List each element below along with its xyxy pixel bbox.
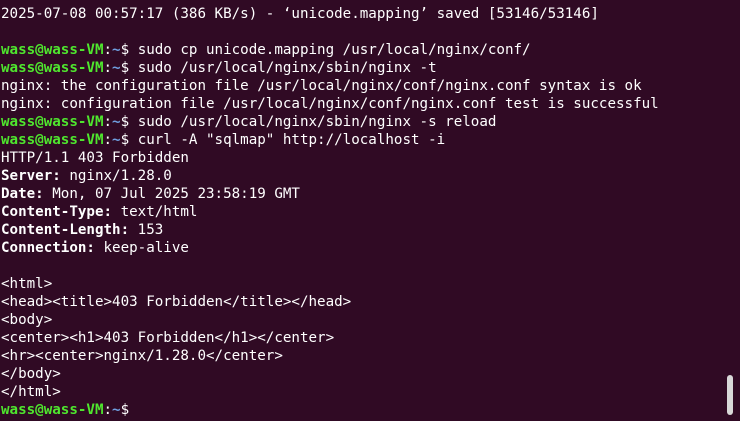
command-line: wass@wass-VM:~$ sudo /usr/local/nginx/sb… — [1, 113, 740, 131]
prompt-user-host: wass@wass-VM — [1, 132, 104, 148]
active-prompt-line[interactable]: wass@wass-VM:~$ — [1, 401, 740, 419]
prompt-path: ~ — [112, 402, 121, 418]
prompt-symbol: $ — [120, 132, 138, 148]
scrollbar[interactable] — [727, 0, 733, 421]
prompt-path: ~ — [112, 114, 121, 130]
header-colon: : — [120, 222, 130, 238]
command-text: sudo cp unicode.mapping /usr/local/nginx… — [137, 42, 531, 58]
http-header-line: Date: Mon, 07 Jul 2025 23:58:19 GMT — [1, 185, 740, 203]
html-body-line: <head><title>403 Forbidden</title></head… — [1, 294, 352, 310]
prompt-user-host: wass@wass-VM — [1, 42, 104, 58]
header-value: Mon, 07 Jul 2025 23:58:19 GMT — [43, 186, 300, 202]
prompt-symbol: $ — [120, 60, 138, 76]
html-body-line: <html> — [1, 276, 53, 292]
command-text: sudo /usr/local/nginx/sbin/nginx -s relo… — [137, 114, 497, 130]
prompt-separator: : — [103, 42, 113, 58]
prompt-user-host: wass@wass-VM — [1, 402, 104, 418]
header-key: Date — [1, 186, 36, 202]
terminal-window[interactable]: 2025-07-08 00:57:17 (386 KB/s) - ‘unicod… — [0, 0, 740, 421]
html-body-line: <center><h1>403 Forbidden</h1></center> — [1, 330, 335, 346]
command-line: wass@wass-VM:~$ sudo /usr/local/nginx/sb… — [1, 59, 740, 77]
http-header-line: Content-Length: 153 — [1, 221, 740, 239]
prompt-path: ~ — [112, 60, 121, 76]
text-cursor — [138, 401, 146, 417]
command-text: curl -A "sqlmap" http://localhost -i — [137, 132, 446, 148]
command-line: wass@wass-VM:~$ curl -A "sqlmap" http://… — [1, 131, 740, 149]
header-colon: : — [103, 204, 113, 220]
command-text: sudo /usr/local/nginx/sbin/nginx -t — [137, 60, 437, 76]
html-body-line: <body> — [1, 312, 53, 328]
http-status-line: HTTP/1.1 403 Forbidden — [1, 150, 189, 166]
http-header-line: Content-Type: text/html — [1, 203, 740, 221]
header-value: keep-alive — [94, 240, 189, 256]
scrollbar-thumb[interactable] — [727, 375, 733, 415]
html-body-line: <hr><center>nginx/1.28.0</center> — [1, 348, 283, 364]
html-body-line: </html> — [1, 384, 61, 400]
prompt-user-host: wass@wass-VM — [1, 114, 104, 130]
header-colon: : — [86, 240, 95, 256]
prompt-separator: : — [103, 132, 113, 148]
prompt-symbol: $ — [120, 402, 138, 418]
prompt-symbol: $ — [120, 114, 138, 130]
output-line: nginx: configuration file /usr/local/ngi… — [1, 96, 659, 112]
prompt-path: ~ — [112, 132, 121, 148]
output-line: nginx: the configuration file /usr/local… — [1, 78, 642, 94]
prompt-separator: : — [103, 60, 113, 76]
header-value: 153 — [129, 222, 164, 238]
header-colon: : — [35, 186, 44, 202]
header-colon: : — [52, 168, 61, 184]
prompt-path: ~ — [112, 42, 121, 58]
http-header-line: Server: nginx/1.28.0 — [1, 167, 740, 185]
download-status-line: 2025-07-08 00:57:17 (386 KB/s) - ‘unicod… — [1, 6, 599, 22]
prompt-user-host: wass@wass-VM — [1, 60, 104, 76]
prompt-symbol: $ — [120, 42, 138, 58]
command-line: wass@wass-VM:~$ sudo cp unicode.mapping … — [1, 41, 740, 59]
prompt-separator: : — [103, 402, 113, 418]
http-header-line: Connection: keep-alive — [1, 239, 740, 257]
html-body-line: </body> — [1, 366, 61, 382]
prompt-separator: : — [103, 114, 113, 130]
header-key: Content-Length — [1, 222, 121, 238]
header-key: Connection — [1, 240, 87, 256]
header-key: Server — [1, 168, 53, 184]
header-key: Content-Type — [1, 204, 104, 220]
header-value: text/html — [112, 204, 198, 220]
header-value: nginx/1.28.0 — [60, 168, 172, 184]
